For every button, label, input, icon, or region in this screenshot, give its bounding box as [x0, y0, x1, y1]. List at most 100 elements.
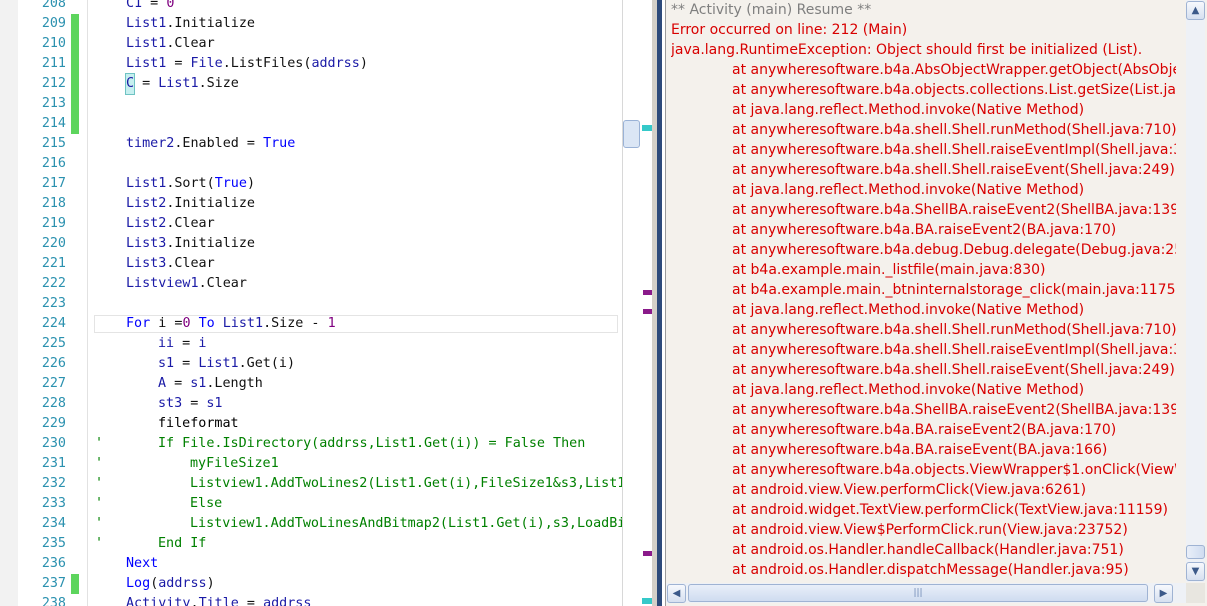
line-number: 217	[41, 176, 66, 191]
code-token: List2	[126, 196, 167, 211]
scroll-up-glyph: ▲	[1191, 5, 1200, 16]
code-line[interactable]: 232 ' Listview1.AddTwoLines2(List1.Get(i),…	[0, 474, 622, 494]
code-token: 0	[182, 316, 191, 331]
code-text[interactable]: End If	[158, 534, 206, 554]
code-token: st3	[158, 396, 183, 411]
code-text[interactable]: Log(addrss)	[126, 574, 215, 594]
code-text[interactable]: Listview1.Clear	[126, 274, 247, 294]
scroll-grip-glyph: |||	[913, 588, 923, 598]
log-error-line: Error occurred on line: 212 (Main)	[671, 22, 908, 38]
code-line[interactable]: 224 For i =0 To List1.Size - 1	[0, 314, 622, 334]
code-text[interactable]: C1 = 0	[126, 0, 174, 14]
code-token: )	[359, 56, 368, 71]
code-line[interactable]: 212 C = List1.Size	[0, 73, 622, 95]
code-token: )	[246, 176, 255, 191]
code-line[interactable]: 235 ' End If	[0, 534, 622, 554]
scroll-up-arrow-icon[interactable]: ▲	[1186, 1, 1205, 20]
code-line[interactable]: 229 fileformat	[0, 414, 622, 434]
code-text[interactable]: myFileSize1	[190, 454, 279, 474]
code-text[interactable]: st3 = s1	[158, 394, 223, 414]
code-text[interactable]: List2.Clear	[126, 214, 215, 234]
line-number: 235	[41, 536, 66, 551]
log-error-line: at anywheresoftware.b4a.BA.raiseEvent2(B…	[732, 222, 1117, 238]
code-line[interactable]: 223	[0, 294, 622, 314]
code-text[interactable]: fileformat	[158, 414, 239, 434]
line-number: 223	[41, 296, 66, 311]
code-text[interactable]: For i =0 To List1.Size - 1	[126, 314, 336, 334]
code-minimap[interactable]	[622, 0, 653, 606]
code-editor[interactable]: 208 C1 = 0 209 List1.Initialize 210 List1.Cle…	[0, 0, 622, 606]
code-token: addrss	[158, 576, 207, 591]
scroll-left-arrow-icon[interactable]: ◀	[667, 584, 686, 603]
log-output[interactable]: ** Activity (main) Resume ** Error occurr…	[671, 0, 1176, 582]
code-line[interactable]: 221 List3.Clear	[0, 254, 622, 274]
code-text[interactable]: List3.Clear	[126, 254, 215, 274]
code-line[interactable]: 214	[0, 114, 622, 134]
scroll-right-arrow-icon[interactable]: ▶	[1154, 584, 1173, 603]
code-line[interactable]: 231 ' myFileSize1	[0, 454, 622, 474]
code-line[interactable]: 217 List1.Sort(True)	[0, 174, 622, 194]
line-number: 221	[41, 256, 66, 271]
log-vertical-scrollbar[interactable]: ▲ ▼	[1186, 0, 1205, 582]
code-line[interactable]: 208 C1 = 0	[0, 0, 622, 14]
code-text[interactable]: List3.Initialize	[126, 234, 255, 254]
minimap-viewport-thumb[interactable]	[623, 120, 640, 148]
horizontal-scroll-thumb[interactable]: |||	[688, 584, 1148, 602]
code-line[interactable]: 213	[0, 94, 622, 114]
code-line[interactable]: 211 List1 = File.ListFiles(addrss)	[0, 54, 622, 74]
log-error-line: at anywheresoftware.b4a.debug.Debug.dele…	[732, 242, 1176, 258]
code-line[interactable]: 216	[0, 154, 622, 174]
code-token: i =	[150, 316, 183, 331]
code-line[interactable]: 236 Next	[0, 554, 622, 574]
code-text[interactable]: C = List1.Size	[124, 73, 239, 95]
code-token: addrss	[311, 56, 360, 71]
code-text[interactable]: List1.Initialize	[126, 14, 255, 34]
code-line[interactable]: 222 Listview1.Clear	[0, 274, 622, 294]
scroll-down-arrow-icon[interactable]: ▼	[1186, 562, 1205, 581]
code-text[interactable]: List1.Clear	[126, 34, 215, 54]
code-text[interactable]: ii = i	[158, 334, 206, 354]
code-token: s1	[190, 376, 207, 391]
code-line[interactable]: 220 List3.Initialize	[0, 234, 622, 254]
code-token: File	[190, 56, 223, 71]
code-token: =	[134, 76, 159, 91]
code-text[interactable]: List2.Initialize	[126, 194, 255, 214]
code-line[interactable]: 218 List2.Initialize	[0, 194, 622, 214]
code-text[interactable]: Listview1.AddTwoLinesAndBitmap2(List1.Ge…	[190, 514, 622, 534]
comment-marker: '	[95, 476, 104, 491]
code-token: .Initialize	[166, 236, 255, 251]
code-line[interactable]: 234 ' Listview1.AddTwoLinesAndBitmap2(List…	[0, 514, 622, 534]
code-text[interactable]: timer2.Enabled = True	[126, 134, 295, 154]
code-text[interactable]: A = s1.Length	[158, 374, 263, 394]
code-line[interactable]: 210 List1.Clear	[0, 34, 622, 54]
code-text[interactable]: Listview1.AddTwoLines2(List1.Get(i),File…	[190, 474, 622, 494]
code-token: List1	[126, 36, 167, 51]
code-line[interactable]: 225 ii = i	[0, 334, 622, 354]
logs-panel[interactable]: ** Activity (main) Resume ** Error occurr…	[665, 0, 1207, 606]
code-token: Title	[198, 596, 239, 606]
log-horizontal-scrollbar[interactable]: ◀ ||| ▶	[666, 583, 1186, 603]
code-line[interactable]: 233 ' Else	[0, 494, 622, 514]
code-line[interactable]: 238 Activity.Title = addrss	[0, 594, 622, 606]
vertical-scroll-thumb[interactable]	[1186, 545, 1205, 559]
code-token: Listview1.AddTwoLinesAndBitmap2(List1.Ge…	[190, 516, 622, 531]
code-line[interactable]: 215 timer2.Enabled = True	[0, 134, 622, 154]
code-line[interactable]: 228 st3 = s1	[0, 394, 622, 414]
code-line[interactable]: 227 A = s1.Length	[0, 374, 622, 394]
code-line[interactable]: 209 List1.Initialize	[0, 14, 622, 34]
code-token: =	[174, 356, 199, 371]
code-text[interactable]: Activity.Title = addrss	[126, 594, 311, 606]
code-text[interactable]: Next	[126, 554, 158, 574]
code-line[interactable]: 226 s1 = List1.Get(i)	[0, 354, 622, 374]
code-line[interactable]: 237 Log(addrss)	[0, 574, 622, 594]
line-number: 231	[41, 456, 66, 471]
code-text[interactable]: If File.IsDirectory(addrss,List1.Get(i))…	[158, 434, 585, 454]
code-text[interactable]: s1 = List1.Get(i)	[158, 354, 295, 374]
scrollbar-corner	[1186, 583, 1205, 603]
code-line[interactable]: 219 List2.Clear	[0, 214, 622, 234]
code-text[interactable]: List1 = File.ListFiles(addrss)	[126, 54, 368, 74]
code-text[interactable]: List1.Sort(True)	[126, 174, 255, 194]
code-line[interactable]: 230 ' If File.IsDirectory(addrss,List1.Get…	[0, 434, 622, 454]
code-text[interactable]: Else	[190, 494, 222, 514]
